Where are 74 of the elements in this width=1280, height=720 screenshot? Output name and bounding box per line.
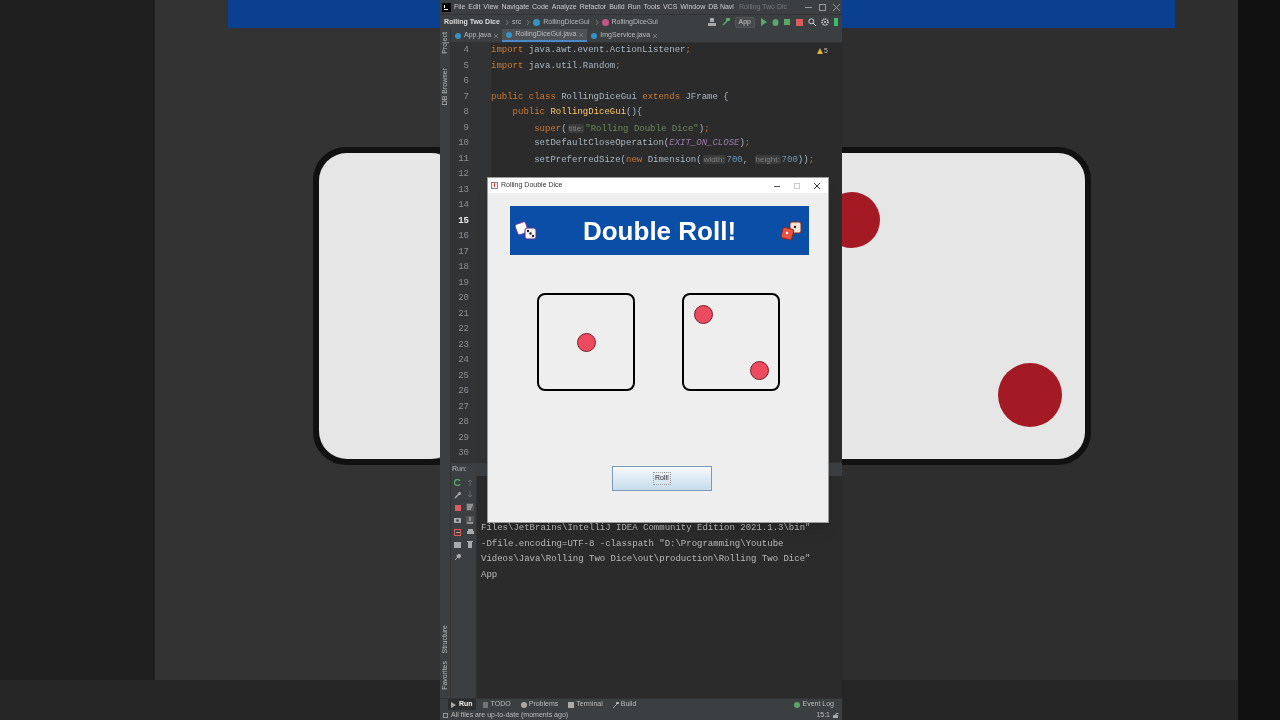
line-number: 20	[457, 292, 469, 305]
line-number: 12	[457, 168, 469, 181]
banner-title: Double Roll!	[581, 217, 738, 244]
notification-icon	[794, 701, 801, 708]
code-line: setPreferredSize(new Dimension( width: 700, height: 700));	[533, 153, 815, 167]
dice-icon	[780, 220, 804, 241]
code-line: public RollingDiceGui(){	[511, 106, 643, 119]
class-icon	[506, 31, 513, 38]
hammer-icon	[612, 701, 619, 708]
line-number: 16	[457, 230, 469, 243]
chevron-icon	[526, 18, 531, 26]
method-icon	[601, 18, 609, 26]
line-number: 26	[457, 385, 469, 398]
line-number: 4	[462, 44, 469, 57]
console-line: Files\JetBrains\IntelliJ IDEA Community Edition 2021.1.3\bin"	[481, 522, 811, 535]
line-number: 19	[457, 276, 469, 290]
pip	[749, 360, 769, 380]
checkbox-icon[interactable]	[443, 712, 448, 718]
maximize-icon[interactable]	[819, 3, 826, 11]
line-number: 15	[457, 214, 469, 228]
code-line: super( title: "Rolling Double Dice");	[533, 122, 710, 136]
run-icon	[451, 701, 457, 708]
line-number: 5	[462, 59, 469, 73]
stop-icon[interactable]	[454, 505, 461, 511]
line-number: 17	[457, 245, 469, 259]
maximize-icon	[794, 182, 800, 189]
class-icon	[533, 18, 541, 26]
line-number: 10	[457, 137, 469, 150]
warning-icon	[817, 48, 824, 55]
code-line: import java.awt.event.ActionListener;	[491, 44, 691, 57]
line-number: 18	[457, 261, 469, 274]
line-number: 30	[457, 447, 469, 460]
pip	[693, 304, 713, 324]
line-number: 21	[457, 307, 469, 321]
line-number: 28	[457, 416, 469, 429]
line-number: 23	[457, 338, 469, 352]
line-number: 22	[457, 323, 469, 336]
line-number: 27	[457, 400, 469, 414]
code-line: import java.util.Random;	[491, 59, 621, 73]
java-app-icon	[491, 182, 498, 189]
line-number: 8	[462, 106, 469, 119]
line-number: 14	[457, 199, 469, 212]
console-line: Videos\Java\Rolling Two Dice\out\production\Rolling Two Dice"	[481, 553, 811, 566]
line-number: 9	[462, 121, 469, 135]
exit-icon[interactable]	[454, 529, 461, 536]
app-logo-icon	[442, 2, 451, 12]
line-number: 29	[457, 431, 469, 445]
line-number: 6	[462, 75, 469, 88]
console-line: App	[481, 568, 498, 582]
code-line: public class RollingDiceGui extends JFrame {	[491, 90, 729, 104]
line-number: 11	[457, 152, 469, 166]
console-line: -Dfile.encoding=UTF-8 -classpath "D:\Programming\Youtube	[481, 537, 784, 551]
line-number: 25	[457, 369, 469, 383]
lock-icon[interactable]	[833, 712, 839, 718]
line-number: 13	[457, 183, 469, 197]
line-number: 24	[457, 354, 469, 367]
class-icon	[591, 32, 598, 39]
run-icon[interactable]	[760, 18, 767, 26]
camera-icon[interactable]	[454, 517, 461, 523]
stop-icon[interactable]	[796, 18, 803, 26]
trash-icon[interactable]	[467, 541, 473, 548]
rerun-icon[interactable]	[454, 479, 461, 486]
settings-icon[interactable]	[821, 18, 829, 26]
dice-icon	[515, 220, 539, 241]
line-number: 7	[462, 90, 469, 104]
chevron-icon	[594, 18, 599, 26]
pip	[576, 332, 596, 352]
code-line: setDefaultCloseOperation(EXIT_ON_CLOSE);	[533, 137, 751, 150]
close-icon[interactable]	[814, 182, 820, 189]
class-icon	[455, 32, 461, 39]
chevron-icon	[504, 18, 509, 26]
print-icon[interactable]	[466, 529, 474, 536]
hammer-icon[interactable]	[721, 18, 730, 26]
search-icon[interactable]	[808, 18, 816, 26]
